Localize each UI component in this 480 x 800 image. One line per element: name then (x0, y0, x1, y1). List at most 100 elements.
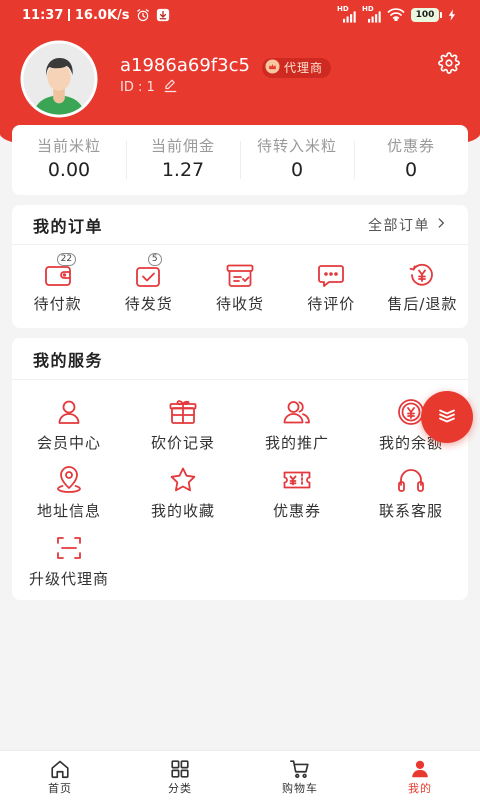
app-screen: 11:37 16.0K/s HD HD 100 a1986a69f3c5 代理商… (0, 0, 480, 800)
order-status-label: 待付款 (33, 295, 82, 313)
avatar[interactable] (20, 40, 98, 118)
gift-icon (167, 396, 199, 428)
stat-label: 当前米粒 (36, 137, 101, 155)
refund-icon (406, 259, 438, 291)
coupon-icon (281, 464, 313, 496)
order-status-pending-payment[interactable]: 22 待付款 (12, 253, 103, 313)
signal-icon: HD (362, 5, 381, 23)
stat-value: 0 (404, 159, 418, 181)
order-status-pending-shipment[interactable]: 5 待发货 (103, 253, 194, 313)
user-id: ID : 1 (120, 79, 155, 95)
floating-menu-button[interactable] (421, 391, 473, 443)
tab-label: 购物车 (282, 782, 318, 795)
comment-icon (315, 259, 347, 291)
service-my-favorites[interactable]: 我的收藏 (126, 464, 240, 519)
order-status-label: 待评价 (307, 295, 356, 313)
status-separator (68, 9, 70, 21)
service-upgrade-agent[interactable]: 升级代理商 (12, 532, 126, 587)
service-label: 我的推广 (264, 434, 329, 452)
status-bar-right: HD HD 100 (337, 5, 456, 25)
services-grid: 会员中心 砍价记录 我的推广 我的余额 地址信息 我的收藏 优惠券 联系客服 升… (12, 380, 468, 587)
stat-label: 当前佣金 (150, 137, 215, 155)
service-label: 联系客服 (378, 502, 443, 520)
user-icon (409, 758, 431, 780)
order-status-label: 待发货 (124, 295, 173, 313)
stat-value: 0.00 (47, 159, 91, 181)
cart-icon (289, 758, 311, 780)
settings-button[interactable] (438, 52, 460, 74)
status-bar-left: 11:37 16.0K/s (22, 7, 170, 23)
tab-label: 分类 (168, 782, 192, 795)
orders-header: 我的订单 全部订单 (12, 205, 468, 245)
service-my-promotion[interactable]: 我的推广 (240, 396, 354, 451)
status-time: 11:37 (22, 7, 64, 23)
stat-commission[interactable]: 当前佣金 1.27 (126, 125, 240, 195)
service-label: 我的收藏 (150, 502, 215, 520)
battery-icon: 100 (411, 8, 442, 22)
user-id-row: ID : 1 (120, 79, 178, 95)
order-status-pending-receipt[interactable]: 待收货 (194, 259, 285, 312)
alarm-icon (136, 8, 150, 22)
users-icon (281, 396, 313, 428)
service-address-info[interactable]: 地址信息 (12, 464, 126, 519)
service-bargain-records[interactable]: 砍价记录 (126, 396, 240, 451)
order-status-label: 待收货 (216, 295, 265, 313)
tab-category[interactable]: 分类 (120, 751, 240, 800)
status-net-speed: 16.0K/s (74, 7, 130, 23)
tab-cart[interactable]: 购物车 (240, 751, 360, 800)
username: a1986a69f3c5 (120, 55, 250, 76)
stat-label: 待转入米粒 (256, 137, 337, 155)
download-icon (156, 8, 170, 22)
gear-icon (438, 52, 460, 78)
tab-label: 我的 (408, 782, 432, 795)
chevron-right-icon (434, 216, 448, 234)
layers-icon (435, 403, 459, 431)
star-icon (167, 464, 199, 496)
all-orders-link[interactable]: 全部订单 (368, 215, 448, 235)
all-orders-label: 全部订单 (368, 217, 430, 234)
grid-icon (169, 758, 191, 780)
charging-icon (448, 6, 456, 25)
order-status-pending-review[interactable]: 待评价 (286, 259, 377, 312)
package-check-icon: 5 (133, 253, 165, 291)
headset-icon (395, 464, 427, 496)
bottom-tab-bar: 首页 分类 购物车 我的 (0, 750, 480, 800)
stat-value: 0 (290, 159, 304, 181)
service-label: 砍价记录 (150, 434, 215, 452)
order-status-after-sales-refund[interactable]: 售后/退款 (377, 259, 468, 312)
status-bar: 11:37 16.0K/s HD HD 100 (0, 0, 480, 30)
battery-level: 100 (411, 8, 439, 22)
service-label: 升级代理商 (28, 570, 109, 588)
services-card: 我的服务 会员中心 砍价记录 我的推广 我的余额 地址信息 我的收藏 优惠券 联… (12, 338, 468, 600)
tab-mine[interactable]: 我的 (360, 751, 480, 800)
battery-nub (440, 12, 442, 18)
service-member-center[interactable]: 会员中心 (12, 396, 126, 451)
stat-coupons[interactable]: 优惠券 0 (354, 125, 468, 195)
box-icon (224, 259, 256, 291)
crown-icon (265, 58, 280, 78)
stats-card: 当前米粒 0.00 当前佣金 1.27 待转入米粒 0 优惠券 0 (12, 125, 468, 195)
edit-icon[interactable] (163, 78, 178, 97)
wifi-icon (387, 6, 405, 25)
location-icon (53, 464, 85, 496)
orders-card: 我的订单 全部订单 22 待付款 5 待发货 待收货 待评价 售后/退款 (12, 205, 468, 328)
service-coupons[interactable]: 优惠券 (240, 464, 354, 519)
service-label: 优惠券 (272, 502, 321, 520)
count-badge: 22 (56, 253, 77, 266)
tab-label: 首页 (48, 782, 72, 795)
order-status-label: 售后/退款 (387, 295, 458, 313)
orders-title: 我的订单 (33, 216, 104, 236)
wallet-icon: 22 (42, 253, 77, 291)
role-badge-label: 代理商 (284, 61, 324, 75)
service-label: 地址信息 (36, 502, 101, 520)
signal-icon: HD (337, 5, 356, 23)
services-title: 我的服务 (33, 350, 104, 370)
stat-pending-rice-grains[interactable]: 待转入米粒 0 (240, 125, 354, 195)
stat-label: 优惠券 (386, 137, 435, 155)
services-header: 我的服务 (12, 338, 468, 380)
orders-status-row: 22 待付款 5 待发货 待收货 待评价 售后/退款 (12, 245, 468, 312)
stat-rice-grains[interactable]: 当前米粒 0.00 (12, 125, 126, 195)
tab-home[interactable]: 首页 (0, 751, 120, 800)
service-customer-support[interactable]: 联系客服 (354, 464, 468, 519)
scan-icon (53, 532, 85, 564)
